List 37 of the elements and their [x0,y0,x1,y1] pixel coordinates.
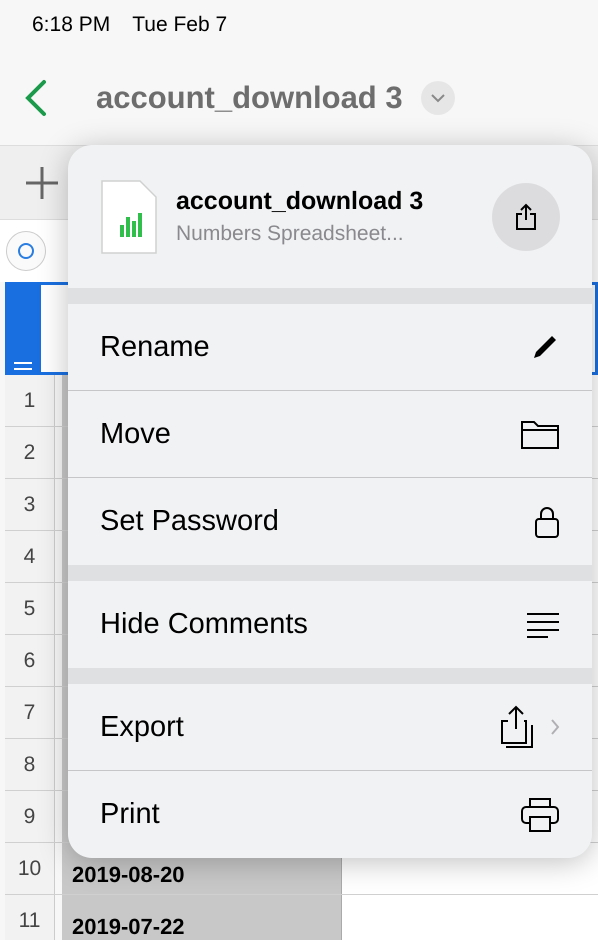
menu-item[interactable]: Set Password [68,478,592,565]
row-number[interactable]: 3 [5,479,55,530]
document-title: account_download 3 [96,80,403,116]
lines-icon [526,610,560,638]
cell-text: 2019-07-22 [72,914,185,940]
add-icon[interactable] [24,164,60,200]
menu-item[interactable]: Export [68,684,592,771]
row-number[interactable]: 4 [5,531,55,582]
chevron-icon[interactable] [420,80,455,114]
chevron-right-icon [550,718,560,736]
menu-item[interactable]: Print [68,771,592,858]
row-number[interactable]: 9 [5,791,55,842]
row-number[interactable]: 6 [5,635,55,686]
row-number[interactable]: 11 [5,895,55,940]
status-time: 6:18 PM [32,13,110,37]
folder-icon [520,418,560,450]
row-number[interactable]: 2 [5,427,55,478]
circle-button[interactable] [6,231,46,271]
row-number[interactable]: 8 [5,739,55,790]
row-number[interactable]: 5 [5,583,55,634]
menu-item[interactable]: Rename [68,304,592,391]
circle-icon [17,242,35,260]
cell-text: 2019-08-20 [72,862,185,888]
row-number[interactable]: 10 [5,843,55,894]
file-type: Numbers Spreadsheet... [176,222,405,246]
spreadsheet-file-icon [100,178,158,254]
status-date: Tue Feb 7 [132,13,228,37]
file-name: account_download 3 [176,187,424,216]
printer-icon [520,796,560,832]
menu-item[interactable]: Hide Comments [68,581,592,668]
lock-icon [534,504,560,538]
menu-item[interactable]: Move [68,391,592,478]
row-number[interactable]: 1 [5,375,55,426]
header-handle[interactable] [5,282,41,375]
back-icon[interactable] [24,78,48,116]
share-icon [515,202,537,230]
row-number[interactable]: 7 [5,687,55,738]
